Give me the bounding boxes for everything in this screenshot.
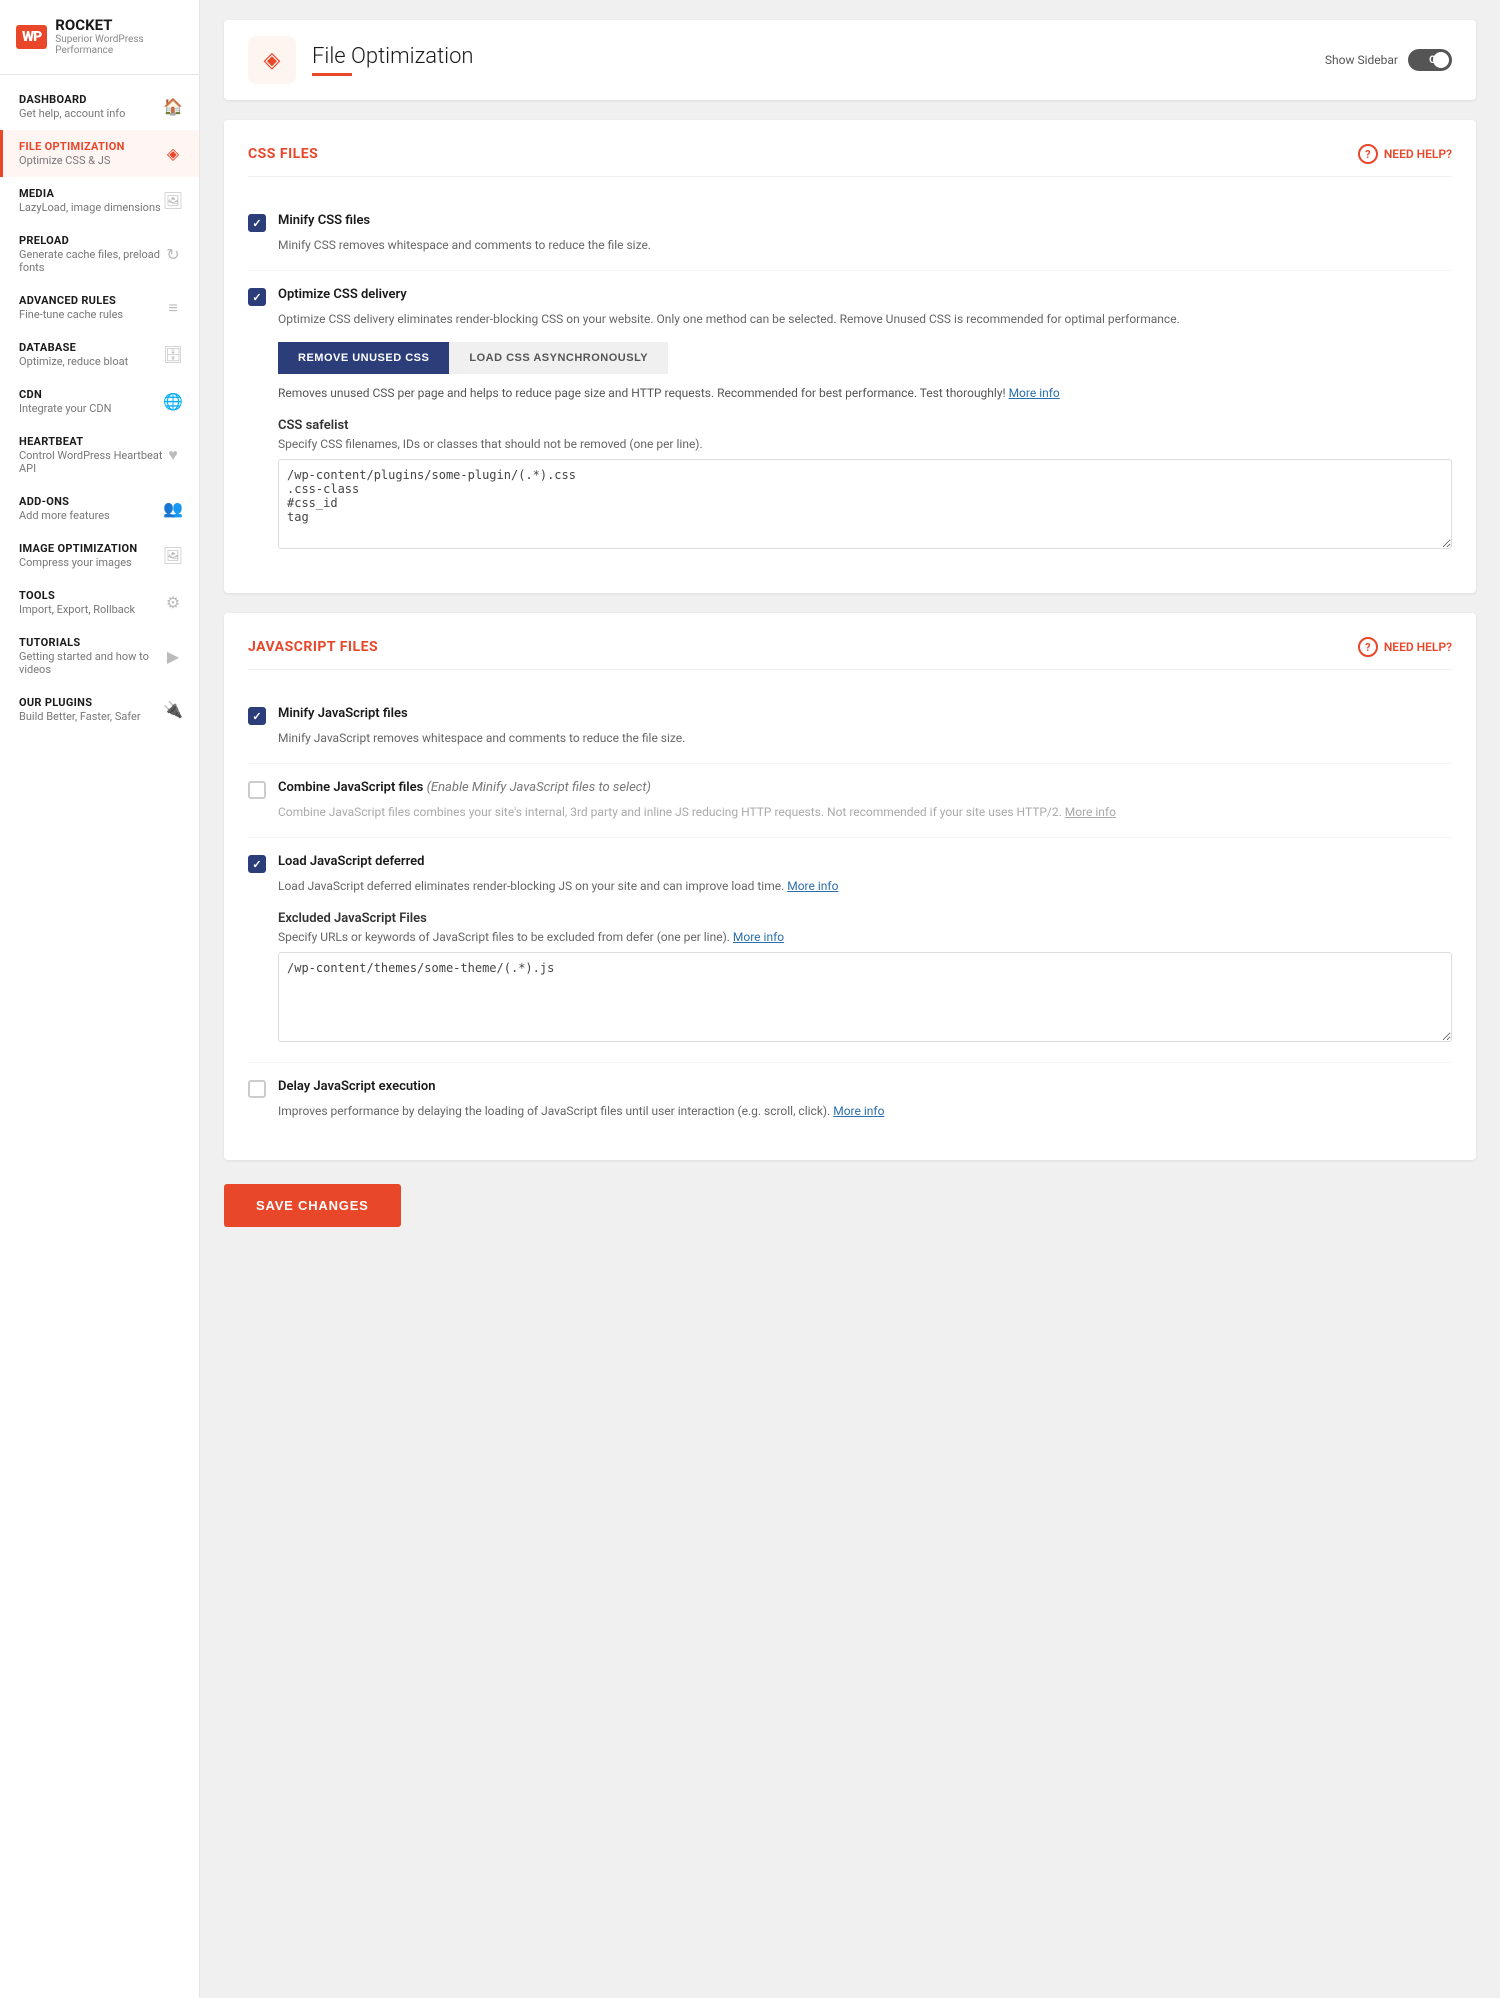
- sidebar-item-image-optimization[interactable]: IMAGE OPTIMIZATION Compress your images …: [0, 532, 199, 579]
- delay-js-title: Delay JavaScript execution: [278, 1079, 435, 1094]
- image-optimization-icon: 🖼: [163, 546, 183, 565]
- sidebar-item-dashboard[interactable]: DASHBOARD Get help, account info 🏠: [0, 83, 199, 130]
- js-need-help-icon: ?: [1358, 637, 1378, 657]
- css-safelist-label: CSS safelist: [278, 418, 1452, 433]
- remove-unused-css-button[interactable]: REMOVE UNUSED CSS: [278, 342, 449, 374]
- sidebar-item-tools[interactable]: TOOLS Import, Export, Rollback ⚙: [0, 579, 199, 626]
- combine-js-note: (Enable Minify JavaScript files to selec…: [427, 780, 651, 795]
- sidebar-toggle[interactable]: Show Sidebar OFF: [1325, 49, 1452, 71]
- optimize-css-delivery-title: Optimize CSS delivery: [278, 287, 407, 302]
- load-js-deferred-title: Load JavaScript deferred: [278, 854, 424, 869]
- excluded-js-more-info-link[interactable]: More info: [733, 930, 784, 944]
- css-need-help-button[interactable]: ? NEED HELP?: [1358, 144, 1452, 164]
- sidebar-item-media[interactable]: MEDIA LazyLoad, image dimensions 🖼: [0, 177, 199, 224]
- excluded-js-textarea[interactable]: /wp-content/themes/some-theme/(.*).js: [278, 952, 1452, 1042]
- advanced-rules-icon: ≡: [163, 298, 183, 318]
- delay-js-checkbox[interactable]: [248, 1080, 266, 1098]
- our-plugins-icon: 🔌: [163, 700, 183, 719]
- tutorials-icon: ▶: [163, 647, 183, 666]
- remove-unused-css-note: Removes unused CSS per page and helps to…: [278, 384, 1452, 402]
- js-need-help-button[interactable]: ? NEED HELP?: [1358, 637, 1452, 657]
- minify-css-checkbox[interactable]: [248, 214, 266, 232]
- js-files-section-header: JavaScript Files ? NEED HELP?: [248, 637, 1452, 670]
- tools-icon: ⚙: [163, 593, 183, 612]
- optimize-css-delivery-checkbox[interactable]: [248, 288, 266, 306]
- sidebar-item-file-optimization[interactable]: FILE OPTIMIZATION Optimize CSS & JS ◈: [0, 130, 199, 177]
- dashboard-icon: 🏠: [163, 97, 183, 116]
- combine-js-title: Combine JavaScript files (Enable Minify …: [278, 780, 651, 795]
- add-ons-icon: 👥: [163, 499, 183, 518]
- load-js-deferred-desc: Load JavaScript deferred eliminates rend…: [278, 877, 1452, 895]
- media-icon: 🖼: [163, 191, 183, 210]
- css-delivery-buttons: REMOVE UNUSED CSS LOAD CSS ASYNCHRONOUSL…: [278, 342, 1452, 374]
- sidebar-nav: DASHBOARD Get help, account info 🏠 FILE …: [0, 75, 199, 1998]
- css-safelist-textarea[interactable]: /wp-content/plugins/some-plugin/(.*).css…: [278, 459, 1452, 549]
- page-header-icon: ◈: [248, 36, 296, 84]
- minify-js-option: Minify JavaScript files Minify JavaScrip…: [248, 690, 1452, 764]
- sidebar-item-cdn[interactable]: CDN Integrate your CDN 🌐: [0, 378, 199, 425]
- delay-js-option: Delay JavaScript execution Improves perf…: [248, 1063, 1452, 1136]
- optimize-css-delivery-desc: Optimize CSS delivery eliminates render-…: [278, 310, 1452, 328]
- sidebar-toggle-pill[interactable]: OFF: [1408, 49, 1452, 71]
- js-files-title: JavaScript Files: [248, 639, 378, 655]
- excluded-js-sublabel: Specify URLs or keywords of JavaScript f…: [278, 930, 1452, 944]
- sidebar-item-tutorials[interactable]: TUTORIALS Getting started and how to vid…: [0, 626, 199, 686]
- minify-css-title: Minify CSS files: [278, 213, 370, 228]
- sidebar-item-preload[interactable]: PRELOAD Generate cache files, preload fo…: [0, 224, 199, 284]
- sidebar-item-advanced-rules[interactable]: ADVANCED RULES Fine-tune cache rules ≡: [0, 284, 199, 331]
- combine-js-desc: Combine JavaScript files combines your s…: [278, 803, 1452, 821]
- optimize-css-delivery-option: Optimize CSS delivery Optimize CSS deliv…: [248, 271, 1452, 569]
- main-content: ◈ File Optimization Show Sidebar OFF CSS…: [200, 0, 1500, 1998]
- sidebar-item-database[interactable]: DATABASE Optimize, reduce bloat 🗄: [0, 331, 199, 378]
- heartbeat-icon: ♥: [163, 445, 183, 465]
- load-js-deferred-option: Load JavaScript deferred Load JavaScript…: [248, 838, 1452, 1063]
- css-files-section: CSS Files ? NEED HELP? Minify CSS files …: [224, 120, 1476, 593]
- database-icon: 🗄: [163, 345, 183, 364]
- page-header: ◈ File Optimization Show Sidebar OFF: [224, 20, 1476, 100]
- cdn-icon: 🌐: [163, 392, 183, 411]
- excluded-js-label: Excluded JavaScript Files: [278, 911, 1452, 926]
- combine-js-checkbox[interactable]: [248, 781, 266, 799]
- page-title-underline: [312, 73, 352, 76]
- css-safelist-sublabel: Specify CSS filenames, IDs or classes th…: [278, 437, 1452, 451]
- load-js-deferred-more-info-link[interactable]: More info: [787, 879, 838, 893]
- toggle-pill-knob: [1433, 52, 1449, 68]
- page-title: File Optimization: [312, 44, 474, 69]
- remove-unused-css-more-info-link[interactable]: More info: [1009, 386, 1060, 400]
- need-help-icon: ?: [1358, 144, 1378, 164]
- js-files-section: JavaScript Files ? NEED HELP? Minify Jav…: [224, 613, 1476, 1160]
- sidebar-item-heartbeat[interactable]: HEARTBEAT Control WordPress Heartbeat AP…: [0, 425, 199, 485]
- show-sidebar-label: Show Sidebar: [1325, 53, 1398, 67]
- load-js-deferred-checkbox[interactable]: [248, 855, 266, 873]
- logo-wp: WP: [16, 25, 47, 49]
- sidebar-item-our-plugins[interactable]: OUR PLUGINS Build Better, Faster, Safer …: [0, 686, 199, 733]
- save-section: SAVE CHANGES: [224, 1184, 1476, 1227]
- load-css-async-button[interactable]: LOAD CSS ASYNCHRONOUSLY: [449, 342, 668, 374]
- minify-css-desc: Minify CSS removes whitespace and commen…: [278, 236, 1452, 254]
- save-changes-button[interactable]: SAVE CHANGES: [224, 1184, 401, 1227]
- css-safelist-section: CSS safelist Specify CSS filenames, IDs …: [278, 418, 1452, 553]
- css-files-title: CSS Files: [248, 146, 318, 162]
- combine-js-option: Combine JavaScript files (Enable Minify …: [248, 764, 1452, 838]
- minify-js-title: Minify JavaScript files: [278, 706, 408, 721]
- sidebar-logo: WP ROCKET Superior WordPress Performance: [0, 0, 199, 75]
- css-need-help-label: NEED HELP?: [1384, 147, 1452, 161]
- logo-tagline: Superior WordPress Performance: [55, 34, 183, 56]
- css-files-section-header: CSS Files ? NEED HELP?: [248, 144, 1452, 177]
- delay-js-desc: Improves performance by delaying the loa…: [278, 1102, 1452, 1120]
- excluded-js-section: Excluded JavaScript Files Specify URLs o…: [278, 911, 1452, 1046]
- logo-rocket-text: ROCKET: [55, 18, 183, 33]
- combine-js-more-info-link[interactable]: More info: [1065, 805, 1116, 819]
- preload-icon: ↻: [163, 245, 183, 264]
- minify-css-option: Minify CSS files Minify CSS removes whit…: [248, 197, 1452, 271]
- minify-js-checkbox[interactable]: [248, 707, 266, 725]
- file-optimization-icon: ◈: [163, 144, 183, 163]
- sidebar-item-add-ons[interactable]: ADD-ONS Add more features 👥: [0, 485, 199, 532]
- delay-js-more-info-link[interactable]: More info: [833, 1104, 884, 1118]
- minify-js-desc: Minify JavaScript removes whitespace and…: [278, 729, 1452, 747]
- js-need-help-label: NEED HELP?: [1384, 640, 1452, 654]
- sidebar: WP ROCKET Superior WordPress Performance…: [0, 0, 200, 1998]
